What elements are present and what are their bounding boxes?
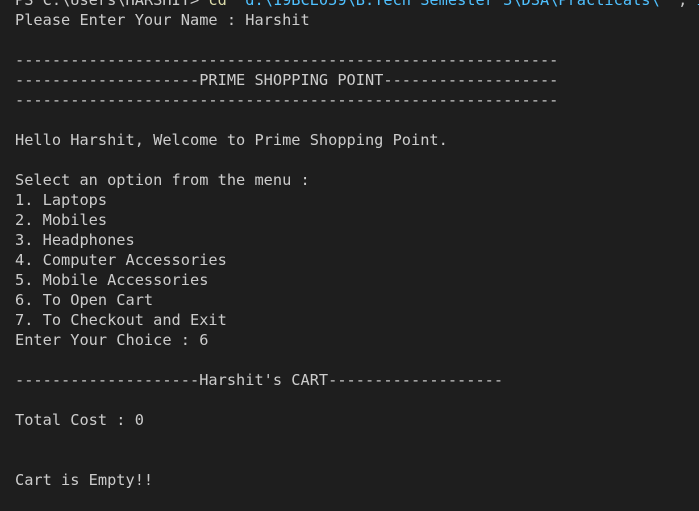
divider-line: ----------------------------------------… <box>15 91 559 109</box>
welcome-line: Hello Harshit, Welcome to Prime Shopping… <box>15 131 448 149</box>
menu-option-checkout-exit: 7. To Checkout and Exit <box>15 311 227 329</box>
menu-option-computer-accessories: 4. Computer Accessories <box>15 251 227 269</box>
menu-option-open-cart: 6. To Open Cart <box>15 291 154 309</box>
shop-title-line: --------------------PRIME SHOPPING POINT… <box>15 71 559 89</box>
cart-empty-line: Cart is Empty!! <box>15 471 154 489</box>
menu-option-mobile-accessories: 5. Mobile Accessories <box>15 271 209 289</box>
command-argument: 'd:\19BCE059\B.Tech Semester 3\DSA\Pract… <box>226 0 669 9</box>
menu-option-headphones: 3. Headphones <box>15 231 135 249</box>
cart-header-line: --------------------Harshit's CART------… <box>15 371 504 389</box>
divider-line: ----------------------------------------… <box>15 51 559 69</box>
command-text: cd <box>208 0 227 9</box>
terminal-output[interactable]: PS C:\Users\HARSHIT> cd 'd:\19BCE059\B.T… <box>15 0 699 511</box>
command-separator: ; <box>668 0 697 9</box>
name-prompt-line: Please Enter Your Name : Harshit <box>15 11 310 29</box>
menu-heading-line: Select an option from the menu : <box>15 171 310 189</box>
choice-input-line: Enter Your Choice : 6 <box>15 331 209 349</box>
menu-option-mobiles: 2. Mobiles <box>15 211 108 229</box>
total-cost-line: Total Cost : 0 <box>15 411 144 429</box>
menu-option-laptops: 1. Laptops <box>15 191 108 209</box>
command-line: PS C:\Users\HARSHIT> cd 'd:\19BCE059\B.T… <box>15 0 699 10</box>
shell-prompt: PS C:\Users\HARSHIT> <box>15 0 209 9</box>
